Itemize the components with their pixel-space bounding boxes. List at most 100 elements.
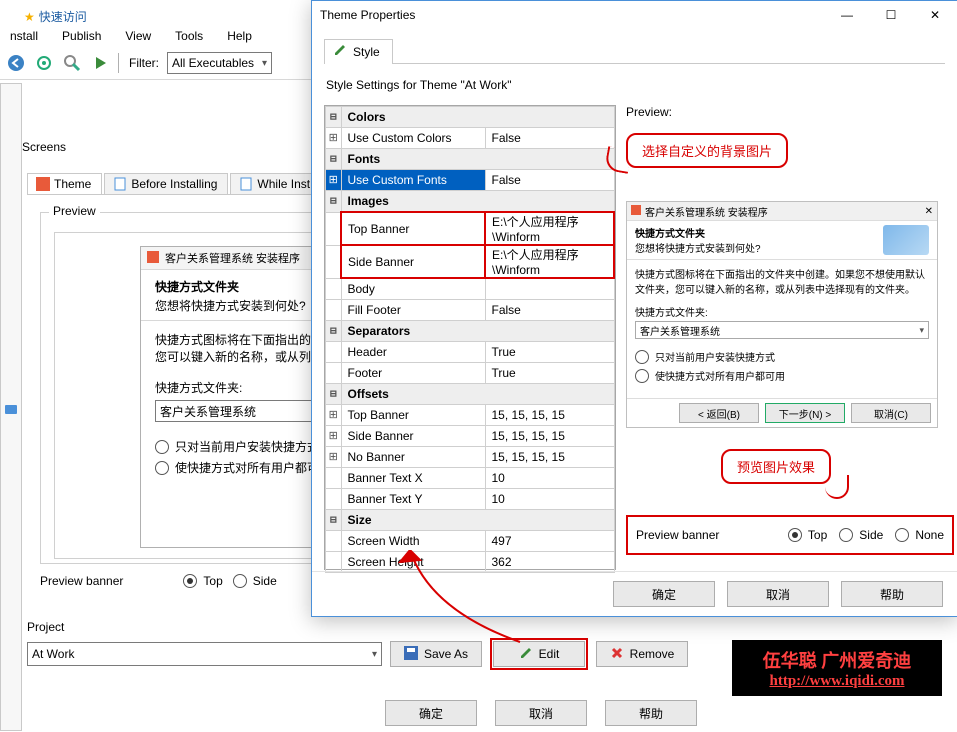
project-value: At Work: [32, 647, 74, 661]
val-top-banner[interactable]: E:\个人应用程序\Winform: [485, 212, 614, 245]
dlg-cancel-button[interactable]: 取消: [727, 581, 829, 607]
remove-button[interactable]: Remove: [596, 641, 688, 667]
page-icon: [239, 177, 253, 191]
val-side-banner[interactable]: E:\个人应用程序\Winform: [485, 245, 614, 278]
expand-icon[interactable]: ⊞: [326, 128, 342, 149]
maximize-button[interactable]: ☐: [869, 1, 913, 29]
editor-tabs: Theme Before Installing While Inst: [27, 170, 321, 194]
tab-before-installing[interactable]: Before Installing: [104, 173, 228, 195]
radio-side-label: Side: [253, 574, 277, 588]
screens-icon: [4, 90, 18, 730]
radio-current-user-label: 只对当前用户安装快捷方式: [175, 438, 319, 455]
expand-icon[interactable]: ⊞: [326, 405, 342, 426]
val-footer[interactable]: True: [485, 363, 614, 384]
menu-help[interactable]: Help: [217, 27, 262, 45]
prop-use-custom-fonts[interactable]: Use Custom Fonts: [341, 170, 485, 191]
val-off-side[interactable]: 15, 15, 15, 15: [485, 426, 614, 447]
preview-radio-current[interactable]: 只对当前用户安装快捷方式: [635, 349, 929, 364]
radio-top[interactable]: Top: [183, 574, 222, 588]
dlg-radio-none[interactable]: None: [895, 528, 944, 542]
collapse-icon[interactable]: ⊟: [326, 384, 342, 405]
prop-footer[interactable]: Footer: [341, 363, 485, 384]
expand-icon[interactable]: ⊞: [326, 447, 342, 468]
dlg-radio-top[interactable]: Top: [788, 528, 827, 542]
tab-while-installing[interactable]: While Inst: [230, 173, 321, 195]
collapse-icon[interactable]: ⊟: [326, 510, 342, 531]
gear-run-icon[interactable]: [60, 51, 84, 75]
val-off-top[interactable]: 15, 15, 15, 15: [485, 405, 614, 426]
radio-side[interactable]: Side: [233, 574, 277, 588]
val-use-custom-fonts[interactable]: False: [485, 170, 614, 191]
prop-top-banner[interactable]: Top Banner: [341, 212, 485, 245]
prop-header[interactable]: Header: [341, 342, 485, 363]
radio-top-label: Top: [203, 574, 222, 588]
prop-body[interactable]: Body: [341, 278, 485, 300]
quick-access-link[interactable]: ★ 快速访问: [24, 8, 87, 25]
dialog-titlebar[interactable]: Theme Properties — ☐ ✕: [312, 1, 957, 29]
radio-icon: [183, 574, 197, 588]
dialog-preview-frame: 客户关系管理系统 安装程序✕ 快捷方式文件夹您想将快捷方式安装到何处? 快捷方式…: [626, 201, 938, 428]
expand-icon[interactable]: ⊞: [326, 426, 342, 447]
dlg-radio-side[interactable]: Side: [839, 528, 883, 542]
minimize-button[interactable]: —: [825, 1, 869, 29]
callout-select-image: 选择自定义的背景图片: [626, 133, 788, 168]
prop-side-banner[interactable]: Side Banner: [341, 245, 485, 278]
help-button[interactable]: 帮助: [605, 700, 697, 726]
prop-off-side[interactable]: Side Banner: [341, 426, 485, 447]
page-icon: [113, 177, 127, 191]
ok-button[interactable]: 确定: [385, 700, 477, 726]
tab-style[interactable]: Style: [324, 39, 393, 64]
dlg-help-button[interactable]: 帮助: [841, 581, 943, 607]
menu-publish[interactable]: Publish: [52, 27, 111, 45]
screens-sidebar-button[interactable]: [0, 83, 22, 731]
tab-while-label: While Inst: [257, 177, 310, 191]
val-width[interactable]: 497: [485, 531, 614, 552]
radio-icon: [233, 574, 247, 588]
cancel-button[interactable]: 取消: [495, 700, 587, 726]
collapse-icon[interactable]: ⊟: [326, 149, 342, 170]
val-body[interactable]: [485, 278, 614, 300]
dlg-ok-button[interactable]: 确定: [613, 581, 715, 607]
preview-cancel-button[interactable]: 取消(C): [851, 403, 931, 423]
prop-fill-footer[interactable]: Fill Footer: [341, 300, 485, 321]
preview-banner-label: Preview banner: [40, 574, 123, 588]
cat-offsets: Offsets: [341, 384, 614, 405]
preview-label: Preview:: [626, 105, 945, 119]
style-settings-label: Style Settings for Theme "At Work": [326, 78, 945, 92]
expand-icon[interactable]: ⊞: [326, 170, 342, 191]
back-dialog-buttons: 确定 取消 帮助: [385, 700, 697, 726]
prop-off-no[interactable]: No Banner: [341, 447, 485, 468]
collapse-icon[interactable]: ⊟: [326, 107, 342, 128]
menu-view[interactable]: View: [115, 27, 161, 45]
cat-size: Size: [341, 510, 614, 531]
preview-folder-combo[interactable]: 客户关系管理系统▾: [635, 321, 929, 339]
filter-combo[interactable]: All Executables▾: [167, 52, 272, 74]
preview-next-button[interactable]: 下一步(N) >: [765, 403, 845, 423]
close-button[interactable]: ✕: [913, 1, 957, 29]
menu-install[interactable]: nstall: [0, 27, 48, 45]
val-bty[interactable]: 10: [485, 489, 614, 510]
val-use-custom-colors[interactable]: False: [485, 128, 614, 149]
prop-width[interactable]: Screen Width: [341, 531, 485, 552]
prop-btx[interactable]: Banner Text X: [341, 468, 485, 489]
prop-bty[interactable]: Banner Text Y: [341, 489, 485, 510]
collapse-icon[interactable]: ⊟: [326, 191, 342, 213]
val-btx[interactable]: 10: [485, 468, 614, 489]
play-icon[interactable]: [88, 51, 112, 75]
val-off-no[interactable]: 15, 15, 15, 15: [485, 447, 614, 468]
prop-off-top[interactable]: Top Banner: [341, 405, 485, 426]
project-combo[interactable]: At Work▾: [27, 642, 382, 666]
prop-use-custom-colors[interactable]: Use Custom Colors: [341, 128, 485, 149]
property-grid[interactable]: ⊟Colors ⊞Use Custom ColorsFalse ⊟Fonts ⊞…: [324, 105, 616, 570]
menu-tools[interactable]: Tools: [165, 27, 213, 45]
preview-legend: Preview: [49, 204, 100, 218]
back-icon[interactable]: [4, 51, 28, 75]
val-header[interactable]: True: [485, 342, 614, 363]
preview-radio-all[interactable]: 使快捷方式对所有用户都可用: [635, 368, 929, 383]
tab-theme[interactable]: Theme: [27, 173, 102, 195]
val-fill-footer[interactable]: False: [485, 300, 614, 321]
gears-icon[interactable]: [32, 51, 56, 75]
preview-banner-row: Preview banner Top Side: [40, 574, 277, 588]
collapse-icon[interactable]: ⊟: [326, 321, 342, 342]
preview-back-button[interactable]: < 返回(B): [679, 403, 759, 423]
